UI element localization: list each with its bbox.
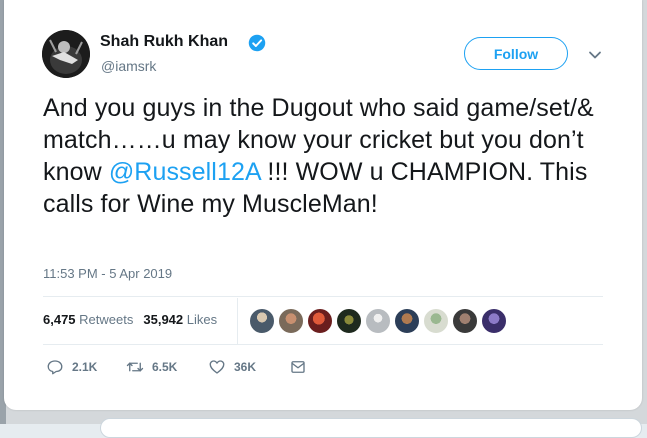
verified-badge-icon	[248, 34, 266, 52]
liker-avatar[interactable]	[336, 308, 362, 334]
tweet-card: Shah Rukh Khan @iamsrk Follow And you gu…	[4, 0, 642, 410]
like-count: 36K	[234, 360, 257, 374]
liker-avatar[interactable]	[365, 308, 391, 334]
engagement-stats: 6,475 Retweets 35,942 Likes	[43, 312, 217, 327]
retweets-label: Retweets	[79, 312, 134, 327]
tweet-text: And you guys in the Dugout who said game…	[43, 92, 603, 220]
liker-avatar[interactable]	[423, 308, 449, 334]
author-handle[interactable]: @iamsrk	[101, 58, 156, 74]
likes-count: 35,942	[143, 312, 184, 327]
message-icon	[291, 361, 305, 373]
liker-avatar[interactable]	[394, 308, 420, 334]
mention-link[interactable]: @Russell12A	[109, 158, 261, 186]
chevron-down-icon[interactable]	[587, 47, 603, 63]
message-button[interactable]	[289, 358, 315, 376]
author-name[interactable]: Shah Rukh Khan	[100, 33, 228, 51]
retweet-icon	[126, 362, 144, 372]
liker-avatar[interactable]	[481, 308, 507, 334]
likes-stat[interactable]: 35,942 Likes	[143, 312, 217, 327]
retweets-count: 6,475	[43, 312, 76, 327]
author-avatar[interactable]	[42, 30, 90, 78]
divider-top	[43, 296, 603, 297]
like-icon	[209, 360, 225, 374]
retweets-stat[interactable]: 6,475 Retweets	[43, 312, 133, 327]
like-button[interactable]: 36K	[208, 358, 256, 376]
liker-avatar[interactable]	[307, 308, 333, 334]
reply-button[interactable]: 2.1K	[46, 358, 97, 376]
follow-button[interactable]: Follow	[464, 37, 568, 70]
retweet-count: 6.5K	[152, 360, 178, 374]
tweet-timestamp[interactable]: 11:53 PM - 5 Apr 2019	[43, 266, 172, 281]
liker-avatar[interactable]	[249, 308, 275, 334]
liker-avatar[interactable]	[278, 308, 304, 334]
divider-bottom	[43, 344, 603, 345]
stats-separator	[237, 298, 238, 344]
retweet-button[interactable]: 6.5K	[126, 358, 177, 376]
reply-count: 2.1K	[72, 360, 98, 374]
reply-box-edge	[100, 418, 642, 438]
likes-label: Likes	[186, 312, 218, 327]
liker-avatar[interactable]	[452, 308, 478, 334]
reply-icon	[47, 360, 63, 375]
